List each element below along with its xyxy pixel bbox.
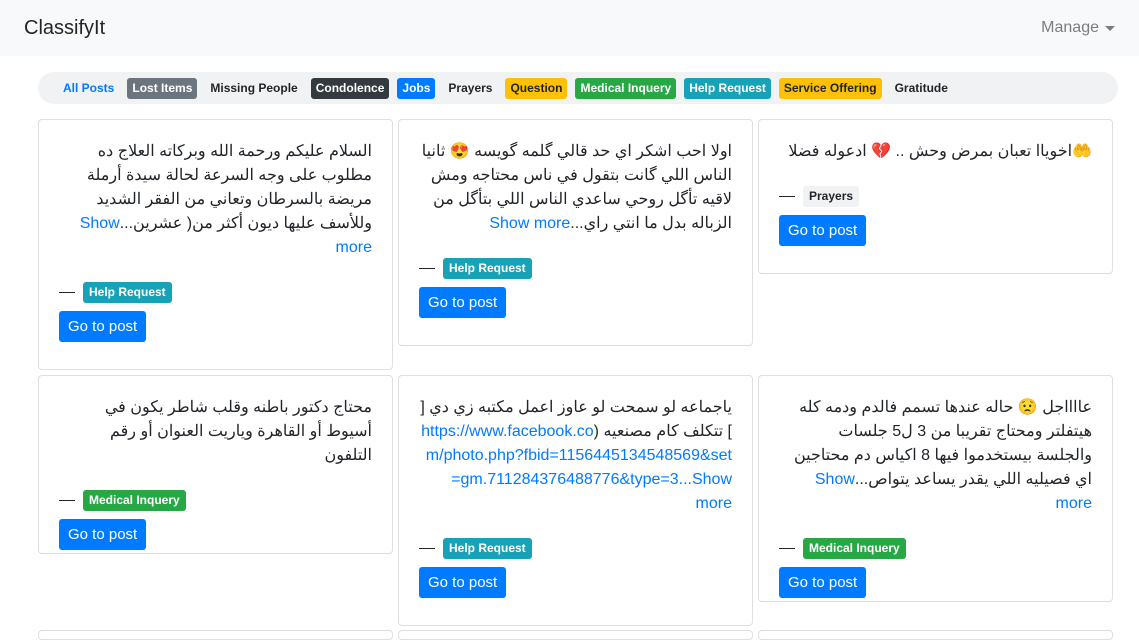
divider-dash [779, 196, 795, 197]
post-text: السلام عليكم ورحمة الله وبركاته العلاج د… [59, 140, 372, 260]
post-text: محتاج دكتور باطنه وقلب شاطر يكون في أسيو… [59, 396, 372, 468]
divider-dash [59, 500, 75, 501]
post-card: السلام عليكم ورحمة الله وبركاته العلاج د… [38, 119, 393, 370]
post-meta: Prayers [779, 186, 1092, 207]
divider-dash [419, 268, 435, 269]
post-meta: Medical Inquery [59, 490, 372, 511]
card-fragment [398, 630, 753, 640]
category-filter-bar: All Posts Lost Items Missing People Condole… [38, 72, 1118, 104]
filter-tag-question[interactable]: Question [505, 77, 568, 99]
card-fragment [758, 630, 1113, 640]
go-to-post-button[interactable]: Go to post [419, 287, 507, 318]
post-body: السلام عليكم ورحمة الله وبركاته العلاج د… [86, 143, 372, 232]
go-to-post-button[interactable]: Go to post [419, 567, 507, 598]
go-to-post-button[interactable]: Go to post [779, 215, 867, 246]
post-meta: Help Request [419, 258, 732, 279]
filter-tag-lost-items[interactable]: Lost Items [127, 77, 198, 99]
manage-label: Manage [1041, 19, 1099, 36]
category-badge: Help Request [443, 538, 532, 559]
category-badge: Medical Inquery [83, 490, 186, 511]
show-more-link[interactable]: Show more [489, 215, 570, 232]
card-fragment [38, 630, 393, 640]
divider-dash [59, 292, 75, 293]
filter-tag-prayers[interactable]: Prayers [443, 78, 497, 99]
filter-tag-help-request[interactable]: Help Request [684, 77, 771, 99]
divider-dash [419, 548, 435, 549]
post-body: محتاج دكتور باطنه وقلب شاطر يكون في أسيو… [104, 399, 372, 464]
filter-tag-jobs[interactable]: Jobs [397, 77, 436, 99]
post-meta: Help Request [419, 538, 732, 559]
post-card: ياجماعه لو سمحت لو عاوز اعمل مكتبه زي دي… [398, 375, 753, 626]
post-text: ياجماعه لو سمحت لو عاوز اعمل مكتبه زي دي… [419, 396, 732, 516]
category-badge: Help Request [83, 282, 172, 303]
go-to-post-button[interactable]: Go to post [59, 519, 147, 550]
filter-tag-missing-people[interactable]: Missing People [205, 78, 302, 99]
post-card: اولا احب اشكر اي حد قالي گلمه گويسه 😍 ثا… [398, 119, 753, 346]
top-navbar: ClassifyIt Manage [0, 0, 1139, 56]
post-card: 🤲اخوياا تعبان بمرض وحش .. 💔 ادعوله فضلا P… [758, 119, 1113, 274]
post-meta: Medical Inquery [779, 538, 1092, 559]
brand-logo[interactable]: ClassifyIt [24, 17, 105, 40]
divider-dash [779, 548, 795, 549]
post-card: محتاج دكتور باطنه وقلب شاطر يكون في أسيو… [38, 375, 393, 554]
post-body: اولا احب اشكر اي حد قالي گلمه گويسه 😍 ثا… [421, 143, 732, 232]
manage-dropdown[interactable]: Manage [1041, 19, 1115, 37]
category-badge: Prayers [803, 186, 860, 207]
filter-tag-all-posts[interactable]: All Posts [58, 78, 119, 99]
post-text: اولا احب اشكر اي حد قالي گلمه گويسه 😍 ثا… [419, 140, 732, 236]
filter-tag-gratitude[interactable]: Gratitude [890, 78, 953, 99]
category-badge: Medical Inquery [803, 538, 906, 559]
post-text: 🤲اخوياا تعبان بمرض وحش .. 💔 ادعوله فضلا [779, 140, 1092, 164]
category-badge: Help Request [443, 258, 532, 279]
filter-tag-condolence[interactable]: Condolence [310, 77, 390, 99]
filter-tag-service-offering[interactable]: Service Offering [778, 77, 882, 99]
post-card: عااااجل 😟 حاله عندها تسمم فالدم ودمه كله… [758, 375, 1113, 602]
chevron-down-icon [1105, 25, 1115, 31]
post-text: عااااجل 😟 حاله عندها تسمم فالدم ودمه كله… [779, 396, 1092, 516]
go-to-post-button[interactable]: Go to post [59, 311, 147, 342]
post-meta: Help Request [59, 282, 372, 303]
post-body: 🤲اخوياا تعبان بمرض وحش .. 💔 ادعوله فضلا [788, 143, 1092, 160]
show-more-link[interactable]: Show more [692, 471, 732, 512]
filter-tag-medical-inquery[interactable]: Medical Inquery [575, 77, 677, 99]
go-to-post-button[interactable]: Go to post [779, 567, 867, 598]
